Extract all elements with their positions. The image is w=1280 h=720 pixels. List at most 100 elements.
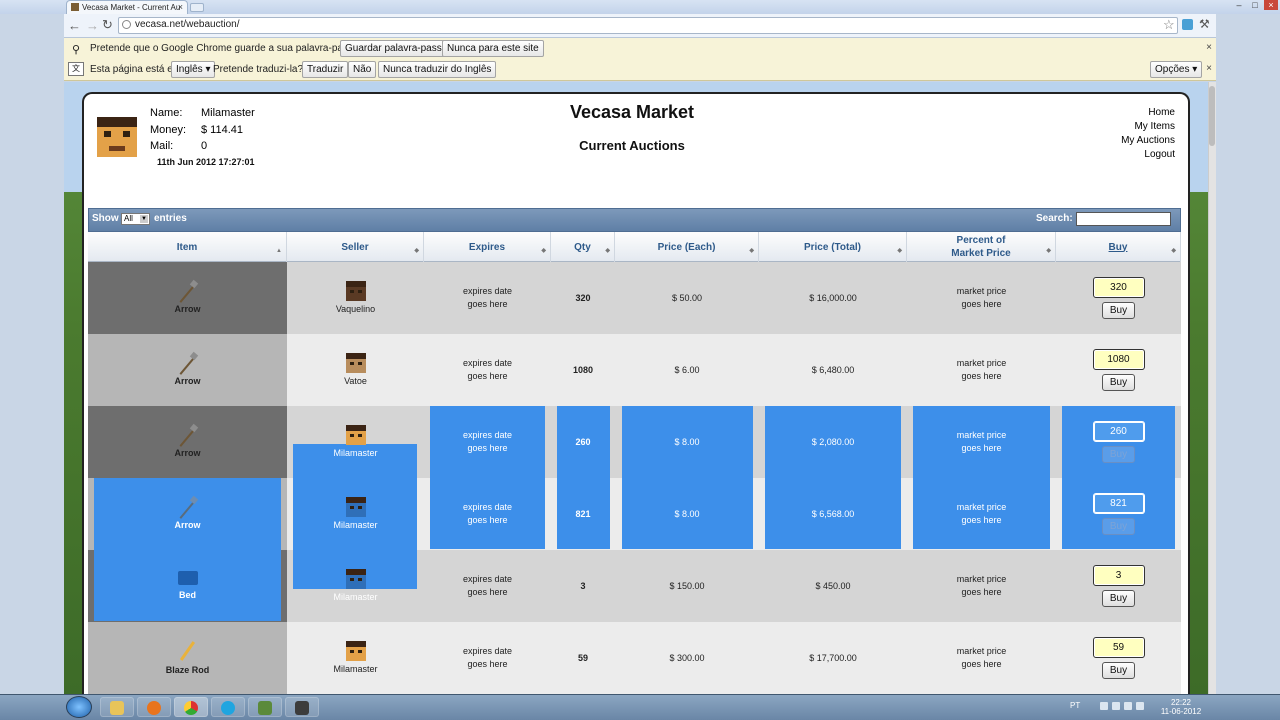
taskbar-minecraft[interactable]	[248, 697, 282, 717]
nav-my-auctions-link[interactable]: My Auctions	[1121, 135, 1175, 146]
table-row[interactable]: Arrow Milamaster expires date goes here …	[88, 478, 1181, 550]
nav-my-items-link[interactable]: My Items	[1134, 121, 1175, 132]
forward-icon[interactable]: →	[86, 18, 99, 33]
search-input[interactable]	[1076, 212, 1171, 226]
close-translate-icon[interactable]: ×	[1206, 63, 1212, 74]
entries-select[interactable]: All ▼	[121, 213, 150, 225]
buy-quantity-input[interactable]: 260	[1092, 421, 1145, 442]
table-row[interactable]: Arrow Vatoe expires date goes here 1080 …	[88, 334, 1181, 406]
buy-quantity-input[interactable]: 821	[1092, 493, 1145, 514]
col-expires-label: Expires	[468, 241, 506, 253]
buy-button[interactable]: Buy	[1102, 518, 1135, 535]
page-info-icon[interactable]	[122, 20, 131, 29]
qty-cell: 59	[577, 652, 588, 663]
col-item-header[interactable]: Item ▲	[88, 232, 287, 262]
nav-home-link[interactable]: Home	[1148, 107, 1175, 118]
col-buy-header[interactable]: Buy ◆	[1056, 232, 1181, 262]
qty-cell: 821	[575, 508, 591, 519]
table-row[interactable]: Arrow Milamaster expires date goes here …	[88, 406, 1181, 478]
close-window-button[interactable]: ×	[1264, 0, 1278, 10]
chrome-icon	[184, 701, 198, 715]
buy-quantity-input[interactable]: 320	[1092, 277, 1145, 298]
buy-quantity-input[interactable]: 3	[1092, 565, 1145, 586]
password-prompt-text: Pretende que o Google Chrome guarde a su…	[90, 43, 365, 54]
price-each-cell: $ 50.00	[671, 292, 703, 303]
close-infobar-icon[interactable]: ×	[1206, 42, 1212, 53]
mail-value: 0	[201, 140, 208, 152]
star-icon[interactable]: ☆	[1163, 17, 1175, 33]
name-label: Name:	[150, 107, 183, 119]
extension-icon[interactable]	[1182, 19, 1193, 30]
wrench-icon[interactable]: ⚒	[1199, 17, 1210, 31]
player-head-icon	[345, 280, 366, 301]
qty-cell: 260	[575, 436, 591, 447]
scrollbar-thumb[interactable]	[1209, 86, 1215, 146]
translate-options-button[interactable]: Opções ▾	[1150, 61, 1203, 78]
buy-button[interactable]: Buy	[1102, 446, 1135, 463]
sort-icon: ◆	[541, 248, 546, 254]
col-qty-header[interactable]: Qty ◆	[551, 232, 615, 262]
minimize-button[interactable]: –	[1232, 0, 1246, 10]
buy-button[interactable]: Buy	[1102, 662, 1135, 679]
browser-tab[interactable]: Vecasa Market - Current Au ×	[66, 0, 188, 14]
taskbar-clock[interactable]: 22:22 11-06-2012	[1158, 698, 1204, 716]
col-expires-header[interactable]: Expires ◆	[424, 232, 551, 262]
col-price-total-label: Price (Total)	[803, 241, 862, 253]
arrow-item-icon	[177, 353, 199, 375]
col-price-total-header[interactable]: Price (Total) ◆	[759, 232, 907, 262]
taskbar-explorer[interactable]	[100, 697, 134, 717]
table-row[interactable]: Arrow Vaquelino expires date goes here 3…	[88, 262, 1181, 334]
password-infobar: ⚲ Pretende que o Google Chrome guarde a …	[64, 38, 1216, 60]
money-value: $ 114.41	[201, 124, 244, 136]
language-select[interactable]: Inglês ▾	[171, 61, 216, 78]
tab-title: Vecasa Market - Current Au	[82, 3, 181, 12]
table-row[interactable]: Blaze Rod Milamaster expires date goes h…	[88, 622, 1181, 694]
tray-monitor-icon[interactable]	[1124, 702, 1132, 710]
market-cell: market price goes here	[956, 430, 1007, 453]
no-translate-button[interactable]: Não	[348, 61, 377, 78]
col-buy-label: Buy	[1108, 241, 1128, 253]
col-seller-header[interactable]: Seller ◆	[287, 232, 424, 262]
windows-start-icon[interactable]	[66, 696, 92, 718]
taskbar-app[interactable]	[285, 697, 319, 717]
taskbar-chrome[interactable]	[174, 697, 208, 717]
page-subtitle: Current Auctions	[579, 138, 685, 153]
taskbar-firefox[interactable]	[137, 697, 171, 717]
never-translate-button[interactable]: Nunca traduzir do Inglês	[378, 61, 497, 78]
tray-speaker-icon[interactable]	[1136, 702, 1144, 710]
arrow-item-icon	[177, 281, 199, 303]
buy-button[interactable]: Buy	[1102, 302, 1135, 319]
table-row[interactable]: Bed Milamaster expires date goes here 3 …	[88, 550, 1181, 622]
entries-label: entries	[154, 213, 187, 224]
item-name: Bed	[178, 589, 196, 600]
col-price-each-header[interactable]: Price (Each) ◆	[615, 232, 759, 262]
reload-icon[interactable]: ↻	[102, 17, 113, 33]
address-bar[interactable]: vecasa.net/webauction/	[118, 17, 1178, 34]
never-for-site-button[interactable]: Nunca para este site	[442, 40, 544, 57]
tab-close-icon[interactable]: ×	[178, 2, 183, 12]
favicon-icon	[71, 3, 79, 11]
col-market-header[interactable]: Percent of Market Price ◆	[907, 232, 1056, 262]
qty-cell: 3	[580, 580, 586, 591]
back-icon[interactable]: ←	[68, 18, 81, 33]
tray-flag-icon[interactable]	[1100, 702, 1108, 710]
buy-quantity-input[interactable]: 1080	[1092, 349, 1145, 370]
translate-button[interactable]: Traduzir	[302, 61, 349, 78]
key-icon: ⚲	[72, 44, 81, 56]
maximize-button[interactable]: □	[1248, 0, 1262, 10]
buy-button[interactable]: Buy	[1102, 374, 1135, 391]
item-name: Arrow	[174, 519, 201, 530]
search-label: Search:	[1036, 213, 1073, 224]
col-seller-label: Seller	[341, 241, 369, 253]
page-scrollbar[interactable]	[1208, 82, 1216, 694]
save-password-button[interactable]: Guardar palavra-passe	[340, 40, 453, 57]
buy-button[interactable]: Buy	[1102, 590, 1135, 607]
language-indicator[interactable]: PT	[1070, 701, 1080, 710]
page-title: Vecasa Market	[569, 102, 695, 122]
price-total-cell: $ 450.00	[815, 580, 851, 591]
new-tab-button[interactable]	[190, 3, 204, 12]
nav-logout-link[interactable]: Logout	[1144, 149, 1175, 160]
taskbar-skype[interactable]	[211, 697, 245, 717]
tray-network-icon[interactable]	[1112, 702, 1120, 710]
buy-quantity-input[interactable]: 59	[1092, 637, 1145, 658]
